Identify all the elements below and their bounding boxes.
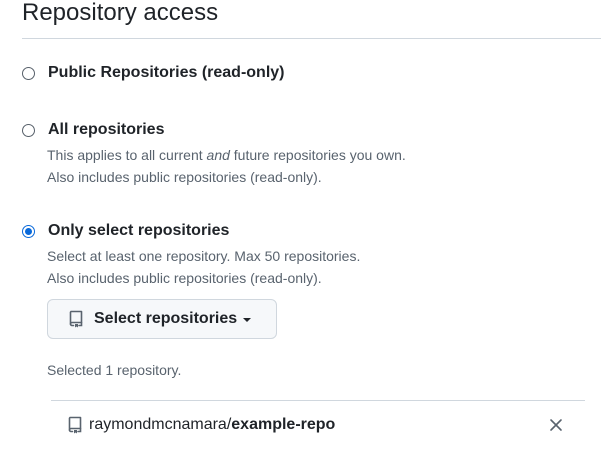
repo-icon (68, 310, 84, 328)
all-repos-note-line1: This applies to all current and future r… (47, 145, 406, 165)
repo-owner: raymondmcnamara/ (89, 416, 232, 433)
repo-full-name: raymondmcnamara/example-repo (89, 416, 335, 434)
selected-repo-list: raymondmcnamara/example-repo (51, 400, 585, 449)
radio-option-all[interactable]: All repositories (22, 120, 164, 140)
repo-icon (67, 416, 83, 434)
caret-down-icon (243, 318, 252, 322)
note-text: future repositories you own. (229, 147, 406, 163)
x-icon (547, 416, 565, 434)
all-repos-note-line2: Also includes public repositories (read-… (47, 169, 322, 185)
radio-select[interactable] (22, 224, 35, 238)
radio-label-select: Only select repositories (48, 222, 230, 239)
select-repos-note-line1: Select at least one repository. Max 50 r… (47, 248, 361, 264)
radio-option-select[interactable]: Only select repositories (22, 221, 229, 241)
select-repositories-button[interactable]: Select repositories (47, 299, 277, 339)
repository-access-panel: Repository access Public Repositories (r… (0, 0, 601, 467)
select-repositories-label: Select repositories (94, 310, 238, 327)
note-emphasis: and (206, 147, 230, 163)
note-text: This applies to all current (47, 147, 207, 163)
radio-option-public[interactable]: Public Repositories (read-only) (22, 63, 284, 83)
section-title: Repository access (22, 0, 219, 26)
repo-name: example-repo (231, 416, 336, 433)
radio-label-all: All repositories (48, 121, 165, 138)
radio-label-public: Public Repositories (read-only) (48, 64, 285, 81)
radio-all[interactable] (22, 123, 35, 137)
radio-public[interactable] (22, 66, 35, 80)
title-divider (22, 38, 601, 39)
remove-repo-button[interactable] (547, 416, 565, 434)
select-repos-note-line2: Also includes public repositories (read-… (47, 270, 322, 286)
list-item: raymondmcnamara/example-repo (51, 401, 585, 449)
selected-summary: Selected 1 repository. (47, 362, 182, 378)
